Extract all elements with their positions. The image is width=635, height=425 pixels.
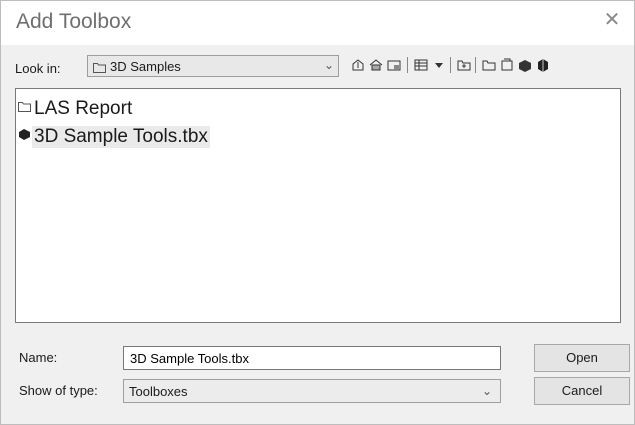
toolbox-icon[interactable] [517,57,533,73]
show-of-type-value: Toolboxes [129,384,188,399]
list-item-label: 3D Sample Tools.tbx [32,126,210,148]
dialog-title: Add Toolbox [16,10,132,33]
look-in-value: 3D Samples [110,59,181,74]
up-one-level-icon[interactable] [350,57,366,73]
toolbar-separator [475,57,476,73]
name-label: Name: [19,350,58,365]
geodatabase-icon[interactable] [535,57,551,73]
close-icon[interactable]: ✕ [600,8,624,32]
new-file-icon[interactable] [481,57,497,73]
view-list-icon[interactable] [413,57,429,73]
toolbar-separator [407,57,408,73]
show-of-type-label: Show of type: [19,383,98,398]
connect-folder-icon[interactable] [386,57,402,73]
folder-icon [93,60,106,78]
chevron-down-icon[interactable]: ⌄ [482,384,492,398]
toolbar-separator [450,57,451,73]
look-in-label: Look in: [15,61,61,76]
new-folder-icon[interactable] [456,57,472,73]
folder-icon [18,99,31,117]
open-button[interactable]: Open [534,344,630,372]
look-in-dropdown[interactable]: 3D Samples ⌄ [87,55,339,77]
list-item-label: LAS Report [34,98,133,119]
cancel-button[interactable]: Cancel [534,377,630,405]
new-toolbox-icon[interactable] [499,57,515,73]
title-bar: Add Toolbox ✕ [1,1,634,45]
navigation-toolbar [350,55,610,77]
show-of-type-dropdown[interactable]: Toolboxes ⌄ [123,379,501,403]
chevron-down-icon[interactable]: ⌄ [324,58,334,72]
view-menu-dropdown-icon[interactable] [431,57,447,73]
home-folder-icon[interactable] [368,57,384,73]
toolbox-icon [18,127,31,145]
name-input[interactable] [123,346,501,370]
file-list[interactable]: LAS Report 3D Sample Tools.tbx [15,88,621,323]
add-toolbox-dialog: Add Toolbox ✕ Look in: 3D Samples ⌄ LAS … [0,0,635,425]
